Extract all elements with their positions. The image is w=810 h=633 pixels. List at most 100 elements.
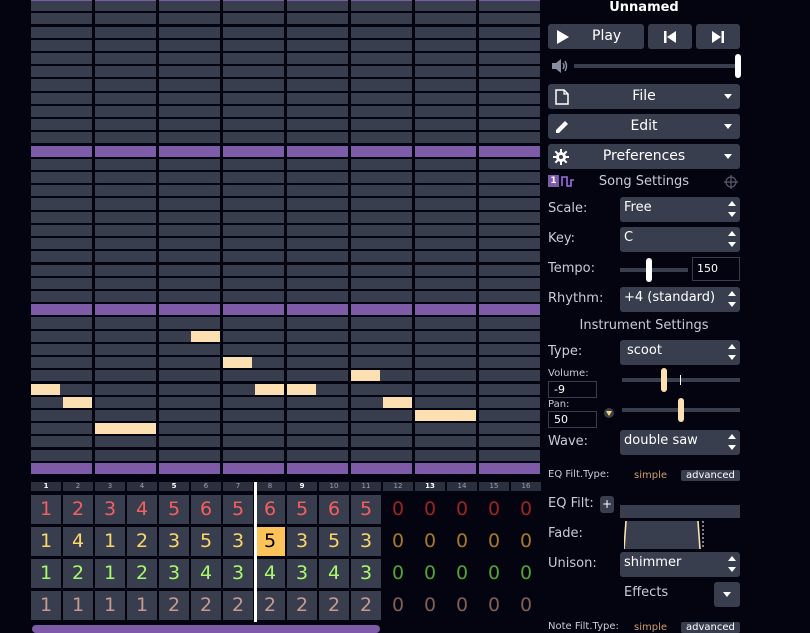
pitch-cell[interactable]: [415, 277, 476, 289]
pitch-cell[interactable]: [159, 198, 220, 210]
pattern-cell[interactable]: 0: [447, 495, 477, 524]
pattern-cell[interactable]: 1: [31, 495, 61, 524]
pitch-cell[interactable]: [159, 39, 220, 51]
pitch-cell[interactable]: [159, 13, 220, 25]
pitch-cell[interactable]: [479, 171, 540, 184]
pattern-cell[interactable]: 5: [159, 495, 189, 524]
pitch-cell[interactable]: [415, 396, 476, 408]
pitch-cell[interactable]: [479, 290, 540, 303]
effects-dropdown-button[interactable]: [714, 582, 740, 607]
octave-row[interactable]: [415, 145, 476, 157]
octave-row[interactable]: [351, 462, 412, 474]
pitch-cell[interactable]: [223, 39, 284, 51]
pitch-cell[interactable]: [351, 13, 412, 25]
pattern-cell[interactable]: 0: [383, 527, 413, 556]
pitch-cell[interactable]: [415, 66, 476, 78]
pitch-cell[interactable]: [415, 39, 476, 51]
pattern-cell[interactable]: 5: [223, 495, 253, 524]
pitch-cell[interactable]: [287, 132, 348, 144]
pitch-cell[interactable]: [287, 436, 348, 448]
pitch-cell[interactable]: [95, 330, 156, 342]
pitch-cell[interactable]: [351, 238, 412, 250]
pattern-cell[interactable]: 2: [159, 591, 189, 620]
pitch-cell[interactable]: [95, 224, 156, 236]
pitch-cell[interactable]: [479, 277, 540, 289]
pitch-cell[interactable]: [95, 357, 156, 369]
pitch-cell[interactable]: [95, 53, 156, 65]
pitch-cell[interactable]: [95, 198, 156, 210]
master-volume-slider[interactable]: [735, 54, 741, 78]
pitch-cell[interactable]: [223, 171, 284, 184]
pitch-cell[interactable]: [415, 264, 476, 276]
octave-row[interactable]: [159, 462, 220, 474]
pattern-cell[interactable]: 2: [63, 495, 93, 524]
pattern-cell[interactable]: 3: [95, 495, 125, 524]
pitch-cell[interactable]: [159, 132, 220, 144]
key-select[interactable]: C: [620, 227, 740, 252]
tempo-track[interactable]: [620, 268, 688, 272]
pitch-cell[interactable]: [479, 105, 540, 117]
note-block[interactable]: [351, 370, 380, 382]
pitch-cell[interactable]: [351, 251, 412, 263]
pitch-cell[interactable]: [287, 185, 348, 197]
pitch-cell[interactable]: [415, 185, 476, 197]
pitch-cell[interactable]: [223, 449, 284, 461]
pitch-cell[interactable]: [287, 211, 348, 223]
pitch-cell[interactable]: [31, 0, 92, 12]
pitch-cell[interactable]: [31, 251, 92, 263]
pitch-cell[interactable]: [351, 423, 412, 435]
pitch-cell[interactable]: [223, 132, 284, 144]
pattern-cell[interactable]: 0: [447, 527, 477, 556]
pitch-cell[interactable]: [31, 330, 92, 342]
fade-envelope[interactable]: [623, 520, 704, 550]
pitch-cell[interactable]: [223, 224, 284, 236]
pitch-cell[interactable]: [159, 185, 220, 197]
pitch-cell[interactable]: [159, 449, 220, 461]
pattern-cell[interactable]: 0: [511, 527, 541, 556]
pitch-cell[interactable]: [479, 409, 540, 422]
octave-row[interactable]: [479, 0, 540, 1]
pitch-cell[interactable]: [159, 343, 220, 355]
pan-input[interactable]: 50: [548, 411, 597, 428]
eq-advanced-toggle[interactable]: advanced: [681, 470, 740, 481]
pitch-cell[interactable]: [223, 396, 284, 408]
pattern-cell[interactable]: 4: [63, 527, 93, 556]
pitch-cell[interactable]: [479, 264, 540, 276]
pitch-cell[interactable]: [287, 53, 348, 65]
pitch-cell[interactable]: [415, 132, 476, 144]
track-editor[interactable]: 1234565656500000141235353530000012123434…: [31, 495, 541, 621]
pitch-cell[interactable]: [351, 26, 412, 38]
octave-row[interactable]: [223, 304, 284, 316]
pitch-cell[interactable]: [159, 436, 220, 448]
pitch-cell[interactable]: [31, 449, 92, 461]
pitch-cell[interactable]: [351, 264, 412, 276]
pitch-cell[interactable]: [159, 277, 220, 289]
octave-row[interactable]: [287, 145, 348, 157]
pitch-cell[interactable]: [159, 26, 220, 38]
pitch-cell[interactable]: [31, 238, 92, 250]
pitch-cell[interactable]: [95, 238, 156, 250]
pitch-cell[interactable]: [159, 158, 220, 170]
pitch-cell[interactable]: [31, 39, 92, 51]
pitch-cell[interactable]: [223, 13, 284, 25]
pattern-cell[interactable]: 5: [287, 495, 317, 524]
pitch-cell[interactable]: [159, 211, 220, 223]
pattern-cell[interactable]: 0: [511, 495, 541, 524]
pattern-cell[interactable]: 3: [223, 527, 253, 556]
eq-simple-toggle[interactable]: simple: [634, 470, 667, 481]
pitch-cell[interactable]: [95, 119, 156, 131]
pitch-cell[interactable]: [415, 370, 476, 382]
pattern-cell[interactable]: 1: [31, 527, 61, 556]
pattern-cell[interactable]: 0: [415, 559, 445, 588]
octave-row[interactable]: [223, 0, 284, 1]
pattern-cell[interactable]: 3: [287, 559, 317, 588]
pattern-cell[interactable]: 1: [31, 559, 61, 588]
pitch-cell[interactable]: [159, 79, 220, 91]
pitch-cell[interactable]: [351, 105, 412, 117]
octave-row[interactable]: [479, 304, 540, 316]
pitch-cell[interactable]: [95, 277, 156, 289]
file-menu[interactable]: File: [548, 84, 740, 109]
pitch-cell[interactable]: [223, 264, 284, 276]
pitch-cell[interactable]: [287, 449, 348, 461]
pattern-cell[interactable]: 1: [31, 591, 61, 620]
